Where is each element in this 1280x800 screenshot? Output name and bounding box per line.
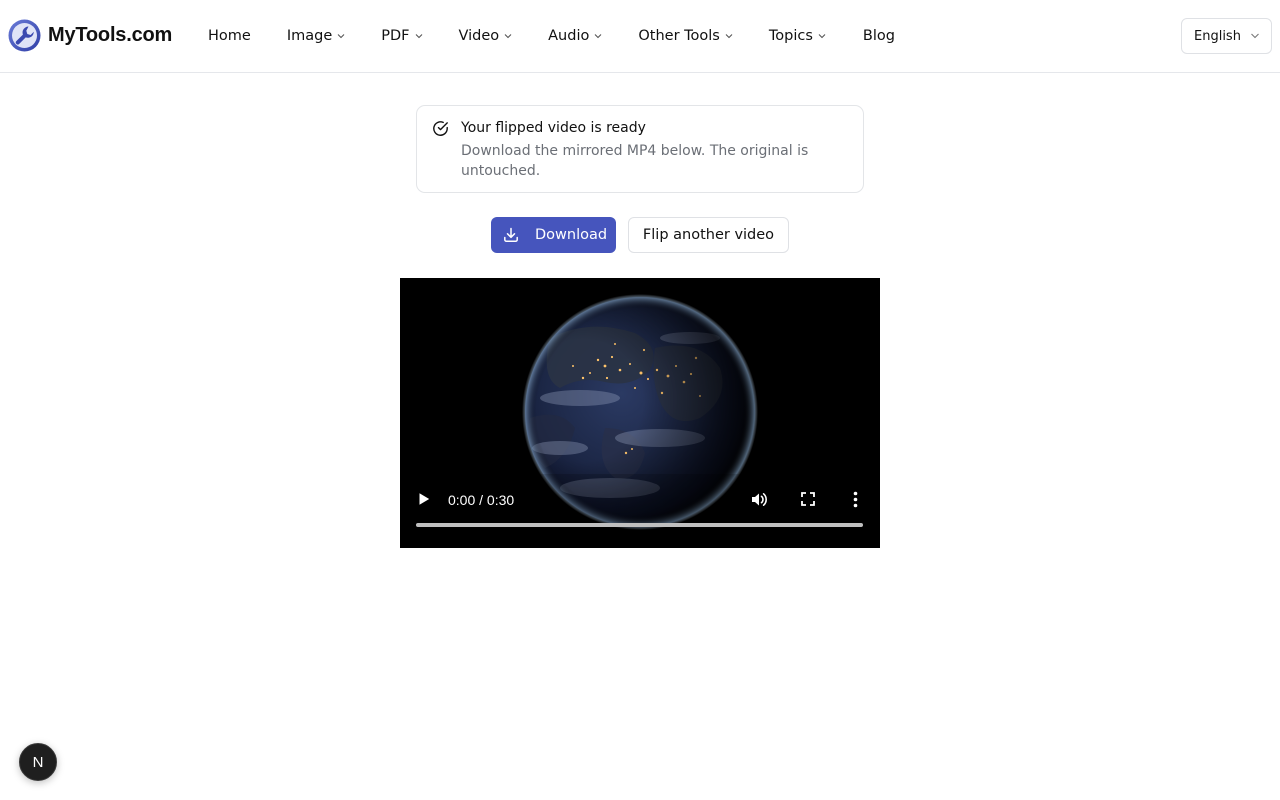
more-options-icon[interactable] [847,490,864,509]
chevron-down-icon [415,34,422,39]
download-icon [504,227,518,243]
nav-item-home[interactable]: Home [208,28,251,44]
site-header: MyTools.com Home Image PDF Video Audio O… [0,0,1280,73]
notice-description: Download the mirrored MP4 below. The ori… [461,143,809,179]
logo-link[interactable]: MyTools.com [8,19,172,52]
language-selected: English [1194,28,1241,44]
video-time-display: 0:00 / 0:30 [448,492,515,508]
nav-item-label: Audio [548,28,590,44]
nav-item-image[interactable]: Image [287,28,345,44]
video-progress-bar[interactable] [416,523,863,527]
flip-another-video-button[interactable]: Flip another video [628,217,789,253]
download-button[interactable]: Download [491,217,616,253]
play-icon[interactable] [416,491,432,507]
nav-item-label: Home [208,28,251,44]
chevron-down-icon [504,34,512,39]
fullscreen-icon[interactable] [800,491,816,507]
nav-item-video[interactable]: Video [459,28,513,44]
chevron-down-icon [1251,33,1259,39]
dev-badge-letter: N [32,753,44,771]
logo-wrench-icon [8,19,41,52]
nav-item-label: Image [286,28,333,44]
nav-item-other-tools[interactable]: Other Tools [638,28,733,44]
nav-item-audio[interactable]: Audio [548,28,602,44]
brand-name: MyTools.com [48,24,173,46]
main-nav: Home Image PDF Video Audio Other Tools T… [208,24,895,48]
chevron-down-icon [725,34,733,39]
nav-item-label: Topics [768,28,813,44]
nav-item-label: PDF [381,28,410,44]
chevron-down-icon [337,34,345,39]
nav-item-blog[interactable]: Blog [863,28,895,44]
nav-item-label: Other Tools [638,28,720,44]
notice-title: Your flipped video is ready [461,120,646,136]
nav-item-pdf[interactable]: PDF [381,28,422,44]
check-circle-icon [433,121,448,136]
chevron-down-icon [594,34,602,39]
nav-item-label: Video [458,28,500,44]
success-notice: Your flipped video is ready Download the… [416,105,864,193]
volume-icon[interactable] [750,490,769,509]
chevron-down-icon [818,34,826,39]
flip-another-label: Flip another video [642,227,775,243]
nav-item-topics[interactable]: Topics [769,28,826,44]
dev-tools-badge[interactable]: N [19,743,57,781]
nav-item-label: Blog [862,28,895,44]
download-label: Download [535,227,608,243]
video-player[interactable]: 0:00 / 0:30 [400,278,880,548]
language-select[interactable]: English [1181,18,1272,54]
